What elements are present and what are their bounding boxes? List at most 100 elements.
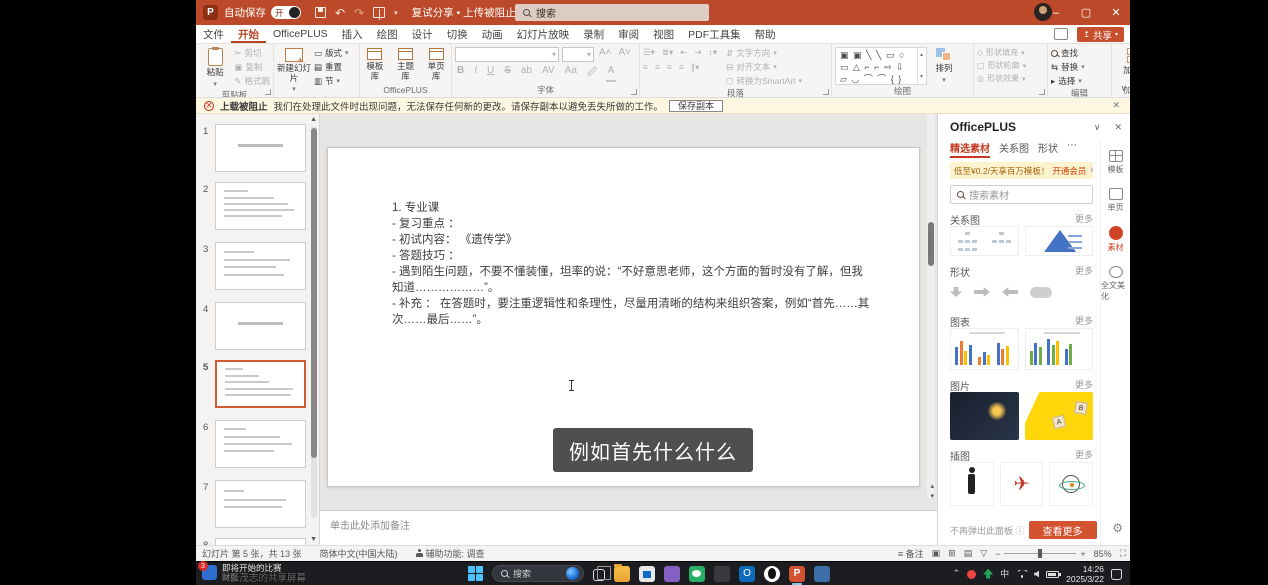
shape-outline-button[interactable]: ▢形状轮廓▾ (977, 60, 1026, 71)
charts-more-link[interactable]: 更多 (1075, 314, 1093, 328)
zoom-level[interactable]: 85% (1094, 549, 1112, 559)
underline-button[interactable]: U (485, 65, 496, 82)
comments-icon[interactable] (1054, 28, 1068, 40)
qq-icon[interactable] (764, 566, 780, 582)
thumbnail-slide-5-selected[interactable]: 5 (196, 360, 319, 410)
org-chart-thumbnail[interactable] (950, 226, 1019, 256)
rounded-rectangle-shape[interactable] (1030, 287, 1052, 298)
wechat-icon[interactable] (689, 566, 705, 582)
thumbnails-scrollbar[interactable] (311, 126, 317, 518)
theme-library-button[interactable]: 主题库 (394, 47, 418, 81)
strikethrough-button[interactable]: S (502, 65, 513, 82)
paragraph-dialog-launcher-icon[interactable] (823, 89, 829, 95)
tab-help[interactable]: 帮助 (748, 25, 783, 43)
slide-4-preview[interactable] (215, 302, 306, 350)
view-more-button[interactable]: 查看更多 (1029, 521, 1097, 539)
normal-view-icon[interactable]: ▣ (932, 548, 941, 559)
zoom-slider-thumb[interactable] (1038, 549, 1042, 558)
minimize-button[interactable]: – (1042, 0, 1070, 25)
maximize-button[interactable]: ▢ (1072, 0, 1100, 25)
layout-button[interactable]: ▭版式▾ (314, 47, 349, 59)
tab-animations[interactable]: 动画 (475, 25, 510, 43)
panel-collapse-icon[interactable]: ∨ (1094, 122, 1101, 133)
file-explorer-icon[interactable] (614, 566, 630, 582)
language-indicator[interactable]: 简体中文(中国大陆) (320, 547, 398, 560)
pyramid-diagram-thumbnail[interactable] (1025, 226, 1094, 256)
tab-slideshow[interactable]: 幻灯片放映 (510, 25, 577, 43)
bullets-button[interactable]: ☰▾ (643, 47, 655, 58)
tab-more[interactable]: ⋯ (1067, 140, 1077, 158)
down-arrow-shape[interactable] (950, 287, 962, 297)
align-right-button[interactable]: ≡ (667, 62, 672, 73)
previous-slide-icon[interactable]: ▴ (930, 482, 934, 490)
tab-shapes[interactable]: 形状 (1038, 140, 1058, 158)
powerpoint-taskbar-icon[interactable]: P (789, 566, 805, 582)
notes-pane[interactable]: 单击此处添加备注 (320, 510, 937, 545)
search-box[interactable]: 搜索 (515, 4, 709, 21)
reading-view-icon[interactable]: ▤ (964, 548, 973, 559)
font-name-select[interactable]: ▾ (455, 47, 559, 62)
slide-7-preview[interactable] (215, 480, 306, 528)
thumbnail-slide-1[interactable]: 1 (196, 124, 319, 174)
slide-sorter-view-icon[interactable]: ⊞ (948, 548, 956, 559)
tab-file[interactable]: 文件 (196, 25, 231, 43)
microsoft-store-icon[interactable] (639, 566, 655, 582)
zoom-out-icon[interactable]: − (995, 549, 1000, 559)
thumbnails-scroll-down-icon[interactable]: ▼ (310, 536, 317, 543)
tab-home[interactable]: 开始 (231, 25, 266, 43)
tab-insert[interactable]: 插入 (335, 25, 370, 43)
tab-review[interactable]: 审阅 (611, 25, 646, 43)
meeting-app-icon[interactable] (814, 566, 830, 582)
game-app-icon[interactable] (714, 566, 730, 582)
illustration-science-thumbnail[interactable] (1049, 462, 1093, 506)
align-center-button[interactable]: ≡ (655, 62, 660, 73)
side-tab-single-page[interactable]: 单页 (1108, 188, 1124, 213)
outlook-icon[interactable]: O (739, 566, 755, 582)
slide-8-preview[interactable] (215, 538, 306, 545)
shape-fill-button[interactable]: ◇形状填充▾ (977, 47, 1026, 58)
change-case-button[interactable]: Aa (563, 65, 579, 82)
wifi-icon[interactable] (1016, 569, 1027, 578)
side-tab-assets[interactable]: 素材 (1108, 226, 1124, 253)
photo-thumbnail-ab-dice[interactable]: A B (1025, 392, 1094, 440)
slide-1-preview[interactable] (215, 124, 306, 172)
copy-button[interactable]: ▣复制 (234, 61, 270, 73)
shrink-font-button[interactable]: A˅ (617, 47, 634, 62)
section-button[interactable]: ▥节▾ (314, 75, 349, 87)
volume-icon[interactable] (1034, 571, 1039, 578)
save-copy-button[interactable]: 保存副本 (669, 100, 723, 112)
qat-customize-icon[interactable]: ▾ (394, 9, 398, 17)
side-tab-beautify[interactable]: 全文美化 (1101, 266, 1130, 302)
find-button[interactable]: 查找 (1051, 47, 1085, 59)
side-tab-templates[interactable]: 模板 (1108, 150, 1124, 175)
paste-button[interactable]: 粘贴▾ (199, 47, 231, 89)
tab-draw[interactable]: 绘图 (370, 25, 405, 43)
template-library-button[interactable]: 模板库 (363, 47, 387, 81)
bold-button[interactable]: B (455, 65, 466, 82)
accessibility-status[interactable]: 辅助功能: 调查 (416, 547, 485, 560)
numbering-button[interactable]: ≣▾ (662, 47, 673, 58)
illustration-person-thumbnail[interactable] (950, 462, 994, 506)
tab-transitions[interactable]: 切换 (440, 25, 475, 43)
page-library-button[interactable]: 单页库 (424, 47, 448, 81)
asset-search-box[interactable]: 搜索素材 (950, 185, 1093, 204)
align-text-button[interactable]: ⊟对齐文本▾ (726, 61, 802, 73)
photo-thumbnail-talent-search[interactable] (950, 392, 1019, 440)
save-icon[interactable] (315, 7, 326, 18)
font-dialog-launcher-icon[interactable] (631, 89, 637, 95)
thumbnails-scroll-up-icon[interactable]: ▲ (310, 116, 317, 123)
thumbnail-slide-7[interactable]: 7 (196, 480, 319, 530)
clipboard-dialog-launcher-icon[interactable] (265, 89, 271, 95)
decrease-indent-button[interactable]: ⇤ (680, 47, 687, 58)
slide-2-preview[interactable] (215, 182, 306, 230)
tab-featured-assets[interactable]: 精选素材 (950, 140, 990, 158)
slide-text-block[interactable]: 1. 专业课 - 复习重点 ： - 初试内容： 《遗传学》 - 答题技巧 ： -… (392, 200, 872, 328)
panel-close-icon[interactable]: ✕ (1114, 122, 1122, 133)
clock[interactable]: 14:26 2025/3/22 (1066, 564, 1104, 584)
editor-scrollbar[interactable] (927, 114, 935, 498)
italic-button[interactable]: I (472, 65, 479, 82)
addins-button[interactable]: 加载项 (1119, 47, 1130, 76)
thumbnail-slide-6[interactable]: 6 (196, 420, 319, 470)
highlight-color-button[interactable]: 🖉 (585, 65, 600, 82)
autosave-toggle[interactable]: 开 (271, 6, 301, 19)
